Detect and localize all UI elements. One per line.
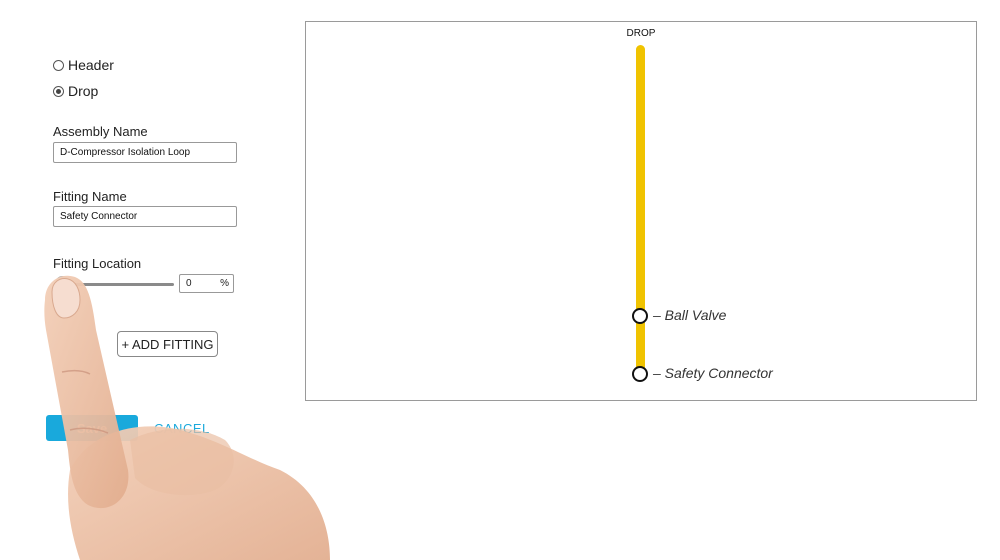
fitting-label-safety-connector: – Safety Connector bbox=[653, 365, 773, 381]
drop-title: DROP bbox=[626, 28, 656, 39]
assembly-name-label: Assembly Name bbox=[53, 124, 148, 139]
fitting-location-value: 0 bbox=[186, 278, 192, 289]
fitting-name-label: Fitting Name bbox=[53, 189, 127, 204]
add-fitting-button[interactable]: + ADD FITTING bbox=[117, 331, 218, 357]
assembly-name-input[interactable] bbox=[53, 142, 237, 163]
radio-drop-label: Drop bbox=[68, 83, 99, 99]
save-button[interactable]: Save bbox=[46, 415, 138, 441]
fitting-label-ball-valve: – Ball Valve bbox=[653, 307, 727, 323]
fitting-node-safety-connector[interactable] bbox=[632, 366, 648, 382]
fitting-location-input[interactable]: 0 % bbox=[179, 274, 234, 293]
radio-drop[interactable] bbox=[53, 85, 64, 97]
radio-header-label: Header bbox=[68, 57, 114, 73]
fitting-node-ball-valve[interactable] bbox=[632, 308, 648, 324]
radio-header[interactable] bbox=[53, 59, 64, 71]
fitting-name-input[interactable] bbox=[53, 206, 237, 227]
drop-pipe bbox=[636, 45, 645, 375]
fitting-location-label: Fitting Location bbox=[53, 256, 142, 271]
fitting-location-slider-track[interactable] bbox=[60, 283, 174, 286]
percent-unit: % bbox=[220, 278, 229, 289]
drop-preview-panel: DROP – Ball Valve – Safety Connector bbox=[305, 21, 977, 401]
cancel-button[interactable]: CANCEL bbox=[154, 421, 210, 436]
radio-header-option[interactable]: Header bbox=[53, 57, 114, 73]
fitting-location-slider-thumb[interactable] bbox=[55, 276, 70, 291]
radio-drop-option[interactable]: Drop bbox=[53, 83, 98, 99]
